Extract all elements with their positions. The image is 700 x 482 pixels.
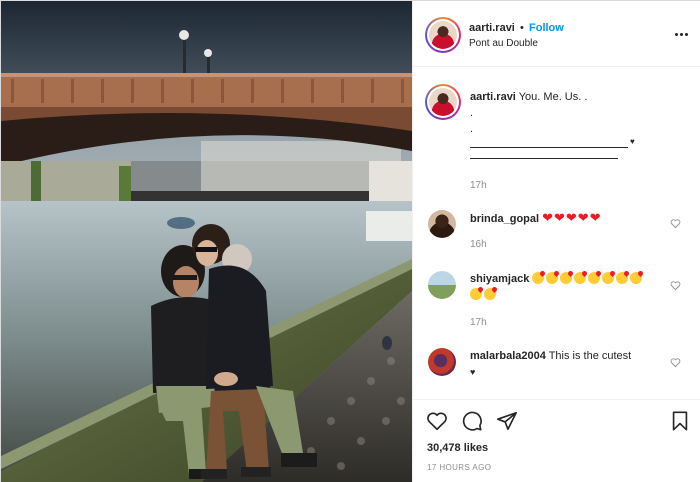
post-side-panel: aarti.ravi • Follow Pont au Double aarti…: [412, 1, 700, 482]
comment-text: brinda_gopal ❤❤❤❤❤: [470, 210, 670, 227]
caption-dot-1: .: [470, 107, 474, 119]
comment-avatar[interactable]: [428, 271, 456, 299]
comment-username[interactable]: shiyamjack: [470, 273, 529, 285]
caption-avatar[interactable]: [425, 84, 461, 120]
comment-heart-icon: ♥: [470, 367, 476, 377]
comment-icon[interactable]: [461, 410, 483, 432]
comment-avatar[interactable]: [428, 210, 456, 238]
more-options-icon[interactable]: [675, 27, 691, 36]
comment-username[interactable]: brinda_gopal: [470, 213, 539, 225]
bookmark-icon[interactable]: [669, 410, 691, 432]
caption-rule-1: [470, 147, 628, 148]
comment-avatar[interactable]: [428, 348, 456, 376]
comment-time: 16h: [470, 239, 487, 250]
caption-time: 17h: [470, 180, 487, 191]
caption-username[interactable]: aarti.ravi: [470, 91, 516, 103]
comment-body: This is the cutest: [548, 350, 632, 362]
comment-time: 17h: [470, 317, 487, 328]
heart-emoji-icon: ❤❤❤❤❤: [542, 210, 602, 225]
comments-list[interactable]: aarti.ravi You. Me. Us. . . . ♥ 17h brin…: [413, 68, 700, 398]
post-actions: 30,478 likes 17 HOURS AGO: [413, 399, 700, 482]
post-timestamp[interactable]: 17 HOURS AGO: [427, 463, 491, 472]
caption-avatar-image: [429, 88, 457, 116]
comment-text: malarbala2004 This is the cutest ♥: [470, 348, 655, 380]
share-icon[interactable]: [496, 410, 518, 432]
author-avatar-image: [429, 21, 457, 49]
comment-like-icon[interactable]: [670, 357, 681, 368]
comment-username[interactable]: malarbala2004: [470, 350, 546, 362]
caption-body: You. Me. Us. .: [518, 91, 588, 103]
caption-rule-2: [470, 158, 618, 159]
comment-text: shiyamjack: [470, 271, 655, 303]
couple-by-seine-photo: [1, 1, 412, 482]
caption-text: aarti.ravi You. Me. Us. .: [470, 89, 690, 105]
author-username[interactable]: aarti.ravi: [469, 22, 515, 34]
instagram-post: aarti.ravi • Follow Pont au Double aarti…: [0, 0, 700, 482]
location-link[interactable]: Pont au Double: [469, 38, 538, 49]
header-separator: •: [520, 22, 524, 34]
post-header: aarti.ravi • Follow Pont au Double: [413, 1, 700, 67]
follow-button[interactable]: Follow: [529, 22, 564, 34]
caption-heart-icon: ♥: [630, 137, 635, 146]
comment-like-icon[interactable]: [670, 218, 681, 229]
heart-icon[interactable]: [426, 410, 448, 432]
likes-count[interactable]: 30,478 likes: [427, 442, 488, 454]
post-photo[interactable]: [1, 1, 412, 482]
caption-dot-2: .: [470, 123, 474, 135]
comment-like-icon[interactable]: [670, 280, 681, 291]
author-avatar[interactable]: [425, 17, 461, 53]
